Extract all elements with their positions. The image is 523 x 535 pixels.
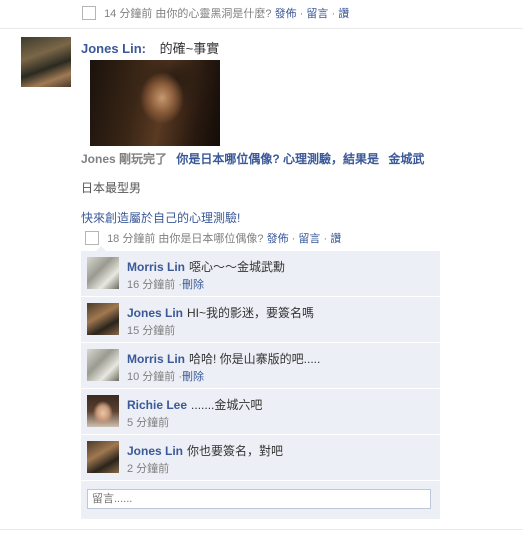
story-divider <box>0 28 523 29</box>
previous-story-via: 由你的心靈黑洞是什麼? <box>155 8 272 20</box>
quiz-title-link[interactable]: 你是日本哪位偶像? 心理測驗，結果是 <box>176 152 379 166</box>
story-comment-link[interactable]: 留言 <box>298 233 320 245</box>
story-via: 由你是日本哪位偶像? <box>158 233 264 245</box>
previous-story-meta: 14 分鐘前 由你的心靈黑洞是什麼? 發佈 · 留言 · 讚 <box>82 5 349 21</box>
commenter-avatar[interactable] <box>87 441 119 473</box>
previous-story-comment-link[interactable]: 留言 <box>306 8 328 20</box>
previous-story-publish-link[interactable]: 發佈 <box>275 8 297 20</box>
comment-text: 噁心～～金城武勳 <box>189 260 286 274</box>
previous-story-time[interactable]: 14 分鐘前 <box>104 8 152 20</box>
attachment-photo[interactable] <box>90 60 220 146</box>
attachment-description: 日本最型男 <box>81 181 142 195</box>
commenter-avatar[interactable] <box>87 303 119 335</box>
separator-dot: · <box>299 8 304 20</box>
story-like-link[interactable]: 讚 <box>330 233 341 245</box>
separator-dot: · <box>331 8 336 20</box>
comment-time: 16 分鐘前 <box>127 279 176 291</box>
create-quiz-link[interactable]: 快來創造屬於自己的心理測驗! <box>81 209 240 226</box>
previous-story-like-link[interactable]: 讚 <box>338 8 349 20</box>
commenter-name-link[interactable]: Jones Lin <box>127 444 183 458</box>
story-header: Jones Lin: 的確~事實 <box>81 38 219 57</box>
comment-time: 15 分鐘前 <box>127 325 176 337</box>
story-message: 的確~事實 <box>159 41 220 56</box>
comment-text: HI~我的影迷，要簽名嗎 <box>187 306 315 320</box>
comments-list: Morris Lin 噁心～～金城武勳 16 分鐘前 ·刪除 Jones Lin H… <box>81 251 440 519</box>
commenter-name-link[interactable]: Morris Lin <box>127 352 185 366</box>
attachment-title-line: Jones 剛玩完了 你是日本哪位偶像? 心理測驗，結果是 金城武 <box>81 150 424 167</box>
commenter-name-link[interactable]: Morris Lin <box>127 260 185 274</box>
comment-text: 你也要簽名，對吧 <box>187 444 284 458</box>
commenter-avatar[interactable] <box>87 257 119 289</box>
story-author-link[interactable]: Jones Lin: <box>81 41 146 56</box>
attachment-actor: Jones 剛玩完了 <box>81 152 168 166</box>
commenter-avatar[interactable] <box>87 349 119 381</box>
comment-text: 哈哈! 你是山寨版的吧..... <box>189 352 321 366</box>
author-avatar[interactable] <box>21 37 71 87</box>
delete-comment-link[interactable]: 刪除 <box>182 371 204 383</box>
comment-time: 10 分鐘前 <box>127 371 176 383</box>
comment-text: .......金城六吧 <box>191 398 263 412</box>
comment-item: Morris Lin 噁心～～金城武勳 16 分鐘前 ·刪除 <box>81 251 440 297</box>
separator-dot: · <box>323 233 328 245</box>
bottom-divider <box>0 529 523 530</box>
commenter-avatar[interactable] <box>87 395 119 427</box>
comment-time: 2 分鐘前 <box>127 463 170 475</box>
commenter-name-link[interactable]: Jones Lin <box>127 306 183 320</box>
comment-item: Richie Lee .......金城六吧 5 分鐘前 <box>81 389 440 435</box>
story-meta: 18 分鐘前 由你是日本哪位偶像? 發佈 · 留言 · 讚 <box>85 230 341 246</box>
commenter-name-link[interactable]: Richie Lee <box>127 398 187 412</box>
comment-item: Jones Lin 你也要簽名，對吧 2 分鐘前 <box>81 435 440 481</box>
story-time[interactable]: 18 分鐘前 <box>107 233 155 245</box>
add-comment-input[interactable] <box>87 489 431 509</box>
story-publish-link[interactable]: 發佈 <box>267 233 289 245</box>
comment-item: Jones Lin HI~我的影迷，要簽名嗎 15 分鐘前 <box>81 297 440 343</box>
comment-item: Morris Lin 哈哈! 你是山寨版的吧..... 10 分鐘前 ·刪除 <box>81 343 440 389</box>
quiz-app-icon <box>82 6 96 20</box>
delete-comment-link[interactable]: 刪除 <box>182 279 204 291</box>
comment-time: 5 分鐘前 <box>127 417 170 429</box>
separator-dot: · <box>291 233 296 245</box>
quiz-app-icon <box>85 231 99 245</box>
quiz-result-link[interactable]: 金城武 <box>388 152 424 166</box>
